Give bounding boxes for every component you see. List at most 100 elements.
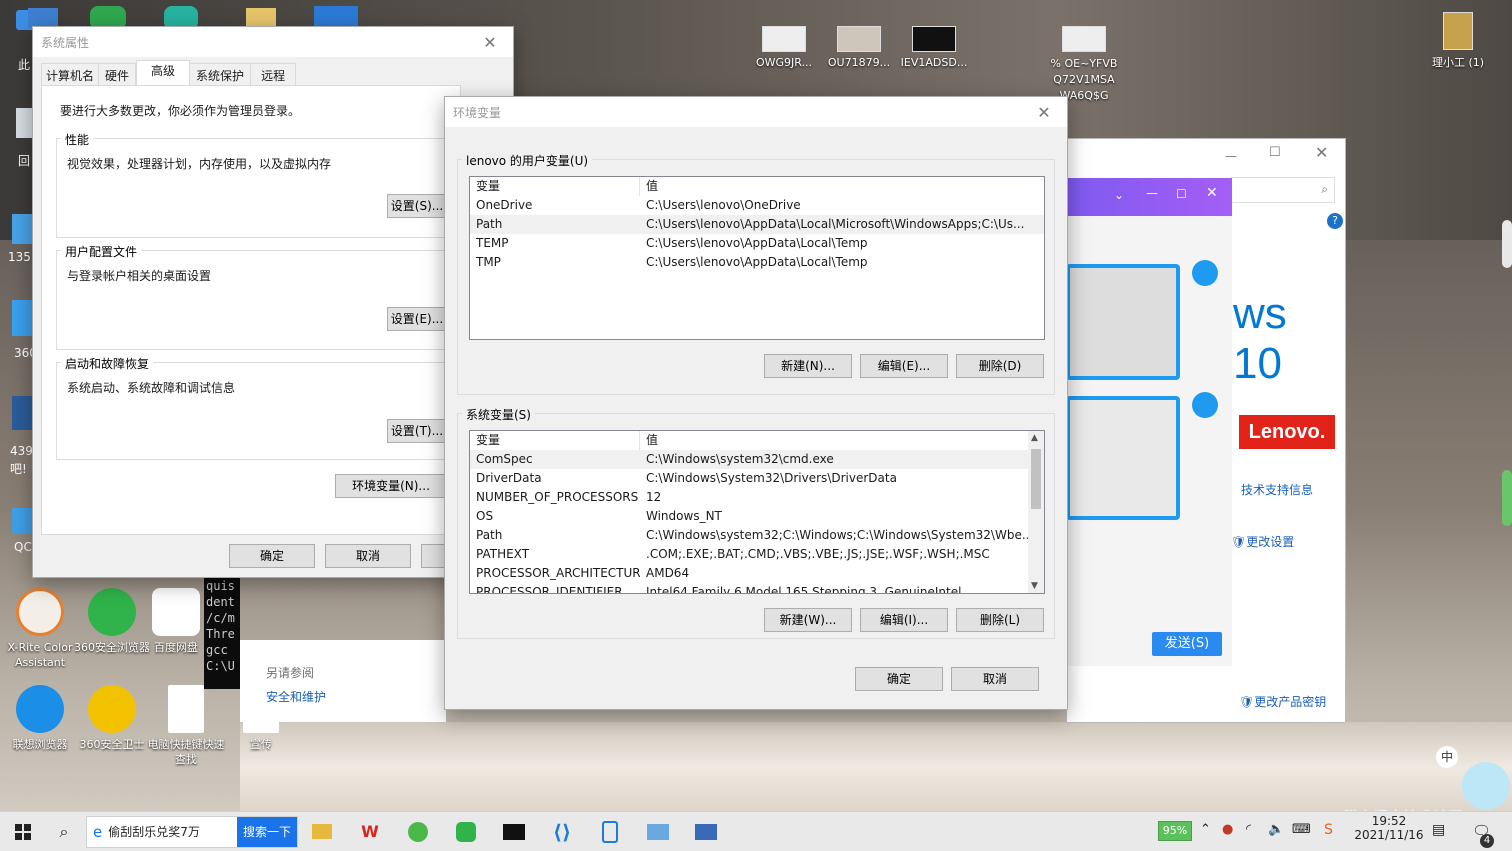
scroll-up-icon[interactable]: ▲ (1031, 433, 1038, 443)
minimize-icon[interactable]: — (1146, 186, 1158, 200)
col-header-value[interactable]: 值 (640, 431, 1044, 450)
desktop-icon-xrite[interactable]: X-Rite Color Assistant (0, 588, 80, 670)
table-row[interactable]: ComSpec C:\Windows\system32\cmd.exe (470, 450, 1044, 469)
calendar-icon[interactable]: ▤ (1432, 822, 1445, 838)
screenshot-preview[interactable] (1066, 396, 1180, 520)
profile-settings-button[interactable]: 设置(E)... (387, 307, 447, 331)
desktop-thumb[interactable]: IEV1ADSD... (896, 26, 972, 69)
system-edit-button[interactable]: 编辑(I)... (860, 608, 948, 632)
taskbar-wps[interactable]: W (352, 812, 388, 851)
security-maintenance-link[interactable]: 安全和维护 (266, 688, 326, 705)
cancel-button[interactable]: 取消 (325, 544, 411, 568)
vertical-scrollbar[interactable]: ▲ ▼ (1028, 431, 1044, 593)
taskbar-system-app[interactable] (688, 812, 724, 851)
tab-hardware[interactable]: 硬件 (99, 63, 137, 85)
table-row[interactable]: TEMP C:\Users\lenovo\AppData\Local\Temp (470, 234, 1044, 253)
clock[interactable]: 19:52 2021/11/16 (1352, 814, 1426, 842)
minimize-button[interactable]: — (1225, 149, 1237, 163)
tab-remote[interactable]: 远程 (251, 63, 297, 85)
app-icon[interactable] (28, 8, 58, 28)
ok-button[interactable]: 确定 (855, 667, 943, 691)
col-header-variable[interactable]: 变量 (470, 177, 640, 196)
scroll-down-icon[interactable]: ▼ (1031, 581, 1038, 591)
screenshot-preview[interactable] (1066, 264, 1180, 380)
performance-settings-button[interactable]: 设置(S)... (387, 194, 447, 218)
search-box[interactable]: ⌕ (1231, 177, 1335, 203)
start-button[interactable] (0, 812, 46, 851)
table-row[interactable]: Path C:\Users\lenovo\AppData\Local\Micros… (470, 215, 1044, 234)
antivirus-icon[interactable]: ● (1222, 822, 1233, 837)
ok-button[interactable]: 确定 (229, 544, 315, 568)
ime-icon[interactable]: ⌨ (1292, 822, 1311, 837)
chevron-down-icon[interactable]: ⌄ (1114, 188, 1124, 202)
mascot-icon[interactable] (1462, 762, 1510, 810)
close-button[interactable]: ✕ (1029, 103, 1059, 122)
desktop-thumb[interactable]: OWG9JR... (746, 26, 822, 69)
support-info-link[interactable]: 技术支持信息 (1241, 481, 1313, 498)
table-row[interactable]: Path C:\Windows\system32;C:\Windows;C:\Wi… (470, 526, 1044, 545)
table-row[interactable]: OS Windows_NT (470, 507, 1044, 526)
maximize-button[interactable]: ☐ (1269, 145, 1281, 160)
qq-icon[interactable] (12, 508, 34, 534)
side-widget[interactable] (1502, 220, 1512, 268)
battery-indicator[interactable]: 95% (1158, 821, 1192, 841)
app-icon[interactable] (12, 300, 34, 336)
startup-settings-button[interactable]: 设置(T)... (387, 419, 447, 443)
taskbar-control-panel[interactable] (640, 812, 676, 851)
desktop-icon-360-safe[interactable]: 360安全卫士 (72, 685, 152, 752)
close-icon[interactable]: ✕ (1206, 185, 1218, 201)
table-row[interactable]: PROCESSOR_ARCHITECTURE AMD64 (470, 564, 1044, 583)
side-widget[interactable] (1502, 470, 1512, 526)
search-go-button[interactable]: 搜索一下 (236, 816, 297, 847)
system-variables-list[interactable]: 变量 值 ComSpec C:\Windows\system32\cmd.exe … (469, 430, 1045, 594)
change-settings-link[interactable]: 🛡更改设置 (1231, 533, 1294, 550)
taskbar-vscode[interactable]: ⟨⟩ (544, 812, 580, 851)
search-button[interactable]: ⌕ (46, 812, 82, 851)
user-new-button[interactable]: 新建(N)... (764, 354, 852, 378)
tab-system-protection[interactable]: 系统保护 (190, 63, 252, 85)
system-delete-button[interactable]: 删除(L) (956, 608, 1044, 632)
system-new-button[interactable]: 新建(W)... (764, 608, 852, 632)
taskbar-tablet-app[interactable] (592, 812, 628, 851)
user-edit-button[interactable]: 编辑(E)... (860, 354, 948, 378)
desktop-icon-360-browser[interactable]: 360安全浏览器 (72, 588, 152, 655)
taskbar-browser[interactable] (400, 812, 436, 851)
close-button[interactable]: ✕ (475, 33, 505, 52)
desktop-icon-shortcut-doc[interactable]: 电脑快捷键快速查找 (146, 685, 226, 767)
change-key-link[interactable]: 🛡更改产品密钥 (1239, 693, 1326, 710)
col-header-variable[interactable]: 变量 (470, 431, 640, 450)
cancel-button[interactable]: 取消 (951, 667, 1039, 691)
desktop-thumb[interactable]: 理小工 (1) (1420, 12, 1496, 70)
taskbar-search-box[interactable]: e 偷刮刮乐兑奖7万 搜索一下 (86, 815, 298, 848)
desktop-icon-lenovo-browser[interactable]: 联想浏览器 (0, 685, 80, 752)
chevron-up-icon[interactable]: ⌃ (1200, 822, 1211, 837)
taskbar-explorer[interactable] (304, 812, 340, 851)
sogou-icon[interactable]: S (1324, 822, 1333, 838)
help-icon[interactable]: ? (1327, 213, 1343, 229)
app-icon[interactable] (12, 396, 34, 430)
send-button[interactable]: 发送(S) (1152, 632, 1222, 656)
scroll-thumb[interactable] (1031, 449, 1041, 509)
tab-advanced[interactable]: 高级 (136, 60, 191, 85)
table-row[interactable]: NUMBER_OF_PROCESSORS 12 (470, 488, 1044, 507)
close-button[interactable]: ✕ (1315, 143, 1328, 162)
maximize-icon[interactable]: ☐ (1176, 187, 1187, 201)
table-row[interactable]: PATHEXT .COM;.EXE;.BAT;.CMD;.VBS;.VBE;.JS… (470, 545, 1044, 564)
wifi-icon[interactable]: ◜ (1246, 822, 1251, 837)
table-row[interactable]: OneDrive C:\Users\lenovo\OneDrive (470, 196, 1044, 215)
table-row[interactable]: TMP C:\Users\lenovo\AppData\Local\Temp (470, 253, 1044, 272)
environment-variables-button[interactable]: 环境变量(N)... (335, 474, 447, 498)
desktop-thumb[interactable]: OU71879... (821, 26, 897, 69)
speaker-muted-icon[interactable]: 🔈 (1268, 822, 1284, 837)
user-delete-button[interactable]: 删除(D) (956, 354, 1044, 378)
table-row[interactable]: DriverData C:\Windows\System32\Drivers\Dr… (470, 469, 1044, 488)
tab-computer-name[interactable]: 计算机名 (41, 63, 100, 85)
desktop-icon-baidu-pan[interactable]: 百度网盘 (146, 588, 206, 655)
desktop-thumb[interactable]: % OE~YFVB Q72V1MSA WA6Q$G (1046, 26, 1122, 104)
user-variables-list[interactable]: 变量 值 OneDrive C:\Users\lenovo\OneDrive Pa… (469, 176, 1045, 340)
terminal-window[interactable]: quis dent /c/m Thre gcc C:\U (204, 577, 240, 689)
table-row[interactable]: PROCESSOR_IDENTIFIER Intel64 Family 6 Mod… (470, 583, 1044, 593)
taskbar-wechat[interactable] (448, 812, 484, 851)
col-header-value[interactable]: 值 (640, 177, 1044, 196)
ime-float-indicator[interactable]: 中 (1436, 746, 1458, 768)
